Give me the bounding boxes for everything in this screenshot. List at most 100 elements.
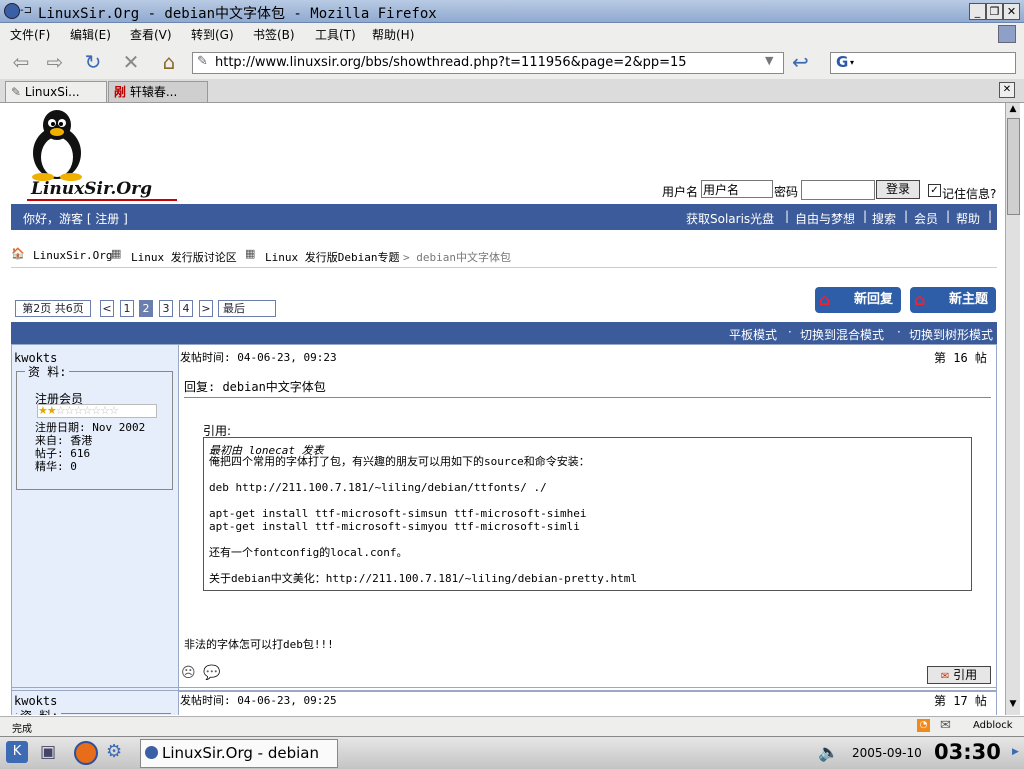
mode-flat[interactable]: 平板模式	[729, 326, 777, 343]
maximize-button[interactable]: ❐	[986, 3, 1003, 20]
display-mode-bar: 平板模式 · 切换到混合模式 · 切换到树形模式	[11, 322, 997, 344]
tab-page-icon: ✎	[11, 85, 22, 99]
separator: ·	[897, 325, 901, 339]
close-button[interactable]: ✕	[1003, 3, 1020, 20]
forward-icon[interactable]: ⇨	[42, 50, 68, 74]
menu-file[interactable]: 文件(F)	[10, 26, 50, 43]
breadcrumb-sub[interactable]: Linux 发行版Debian专题	[265, 249, 399, 265]
stop-icon[interactable]: ✕	[118, 50, 144, 74]
pager-page-3[interactable]: 3	[159, 300, 173, 317]
pager-next[interactable]: >	[199, 300, 213, 317]
url-dropdown-icon[interactable]: ▼	[765, 54, 773, 67]
pager-label: 第2页 共6页	[15, 300, 91, 317]
folder-icon: ▦	[111, 247, 122, 260]
site-logo-text[interactable]: LinuxSir.Org	[31, 179, 152, 199]
menu-view[interactable]: 查看(V)	[130, 26, 172, 43]
quote-reply-button[interactable]: ✉ 引用	[927, 666, 991, 684]
new-thread-label: 新主题	[948, 292, 988, 307]
folder-icon: ▦	[245, 247, 256, 260]
username-field[interactable]	[701, 180, 773, 198]
message-icon[interactable]: 💬	[203, 665, 220, 681]
taskbar-arrow-icon[interactable]: ▶	[1012, 747, 1019, 757]
star-filled-icon: ★	[38, 404, 48, 417]
star-empty-icon: ☆	[91, 404, 101, 417]
menu-bookmarks[interactable]: 书签(B)	[253, 26, 295, 43]
password-field[interactable]	[801, 180, 875, 200]
link-members[interactable]: 会员	[914, 210, 938, 227]
adblock-label[interactable]: Adblock	[973, 720, 1013, 731]
login-button[interactable]: 登录	[876, 180, 920, 199]
post-author[interactable]: kwokts	[14, 694, 57, 708]
vertical-scrollbar[interactable]: ▲ ▼	[1005, 103, 1020, 715]
status-bar: 完成 ◔ ✉ Adblock	[0, 716, 1024, 737]
tab-xuanyuan[interactable]: 剐 轩辕春...	[108, 81, 208, 102]
search-engine-dropdown-icon[interactable]: ▾	[850, 58, 854, 67]
taskbar-clock[interactable]: 03:30	[934, 740, 1001, 764]
pager-page-4[interactable]: 4	[179, 300, 193, 317]
menu-edit[interactable]: 编辑(E)	[70, 26, 111, 43]
go-icon[interactable]: ↩	[792, 50, 809, 74]
new-thread-button[interactable]: ⌂ 新主题	[910, 287, 996, 313]
separator: |	[863, 209, 868, 223]
home-icon[interactable]: ⌂	[156, 50, 182, 74]
back-icon[interactable]: ⇦	[8, 50, 34, 74]
mail-icon[interactable]: ✉	[940, 718, 951, 733]
separator: |	[946, 209, 951, 223]
volume-icon[interactable]: 🔈	[818, 743, 839, 763]
link-freedom[interactable]: 自由与梦想	[795, 210, 855, 227]
star-empty-icon: ☆	[82, 404, 92, 417]
konqueror-icon[interactable]: ⚙	[106, 741, 122, 762]
new-reply-button[interactable]: ⌂ 新回复	[815, 287, 901, 313]
breadcrumb-home[interactable]: LinuxSir.Org	[33, 249, 112, 262]
post-17	[11, 690, 997, 715]
pager-prev[interactable]: <	[100, 300, 114, 317]
rss-icon[interactable]: ◔	[917, 719, 930, 732]
subject-divider	[184, 397, 991, 398]
taskbar-window-button[interactable]: LinuxSir.Org - debian	[140, 739, 338, 768]
post-subject: 回复: debian中文字体包	[184, 380, 326, 394]
scroll-down-arrow-icon[interactable]: ▼	[1007, 699, 1019, 711]
tab-linuxsir[interactable]: ✎ LinuxSi...	[5, 81, 107, 102]
mode-threaded[interactable]: 切换到树形模式	[909, 326, 993, 343]
scroll-thumb[interactable]	[1007, 118, 1020, 215]
remember-checkbox[interactable]: ✓	[928, 184, 941, 197]
pager-page-1[interactable]: 1	[120, 300, 134, 317]
minimize-button[interactable]: _	[969, 3, 986, 20]
new-reply-label: 新回复	[853, 292, 893, 307]
scroll-up-arrow-icon[interactable]: ▲	[1007, 104, 1019, 116]
star-empty-icon: ☆	[100, 404, 110, 417]
post-number[interactable]: 第 16 帖	[934, 349, 987, 366]
password-label: 密码	[774, 185, 799, 199]
menu-tools[interactable]: 工具(T)	[315, 26, 356, 43]
google-icon[interactable]: G	[836, 53, 848, 71]
taskbar: K ▣ ⚙ LinuxSir.Org - debian 🔈 2005-09-10…	[0, 736, 1024, 769]
menu-go[interactable]: 转到(G)	[191, 26, 234, 43]
menu-help[interactable]: 帮助(H)	[372, 26, 414, 43]
post-footer-sidebar	[12, 661, 179, 687]
window-menu-icon[interactable]: ‐⊐	[20, 5, 32, 16]
address-bar[interactable]: ✎ http://www.linuxsir.org/bbs/showthread…	[192, 52, 784, 74]
search-input[interactable]: G ▾	[830, 52, 1016, 74]
close-tab-button[interactable]: ✕	[999, 82, 1015, 98]
title-bar[interactable]: ‐⊐ LinuxSir.Org - debian中文字体包 - Mozilla …	[0, 0, 1024, 23]
link-search[interactable]: 搜索	[872, 210, 896, 227]
essence-count: 精华: 0	[35, 460, 77, 473]
user-online-icon[interactable]: ☹	[181, 665, 196, 681]
menu-bar: 文件(F) 编辑(E) 查看(V) 转到(G) 书签(B) 工具(T) 帮助(H…	[0, 23, 1024, 45]
post-number[interactable]: 第 17 帖	[934, 692, 987, 709]
pager-last[interactable]: 最后	[218, 300, 276, 317]
firefox-launcher-icon[interactable]	[74, 741, 98, 765]
greeting-register-link[interactable]: 你好，游客 [ 注册 ]	[23, 210, 128, 227]
breadcrumb-forum[interactable]: Linux 发行版讨论区	[131, 249, 237, 265]
profile-label: 资 料:	[17, 707, 62, 715]
desktop-icon[interactable]: ▣	[40, 742, 56, 762]
reload-icon[interactable]: ↻	[80, 50, 106, 74]
link-help[interactable]: 帮助	[956, 210, 980, 227]
link-solaris[interactable]: 获取Solaris光盘	[686, 210, 774, 227]
tab-label: 轩辕春...	[129, 85, 178, 99]
taskbar-window-label: LinuxSir.Org - debian	[162, 744, 319, 762]
mode-hybrid[interactable]: 切换到混合模式	[800, 326, 884, 343]
kde-menu-icon[interactable]: K	[6, 741, 28, 763]
tab-bar: ✎ LinuxSi... 剐 轩辕春... ✕	[0, 79, 1024, 103]
house-icon: ⌂	[819, 290, 831, 309]
